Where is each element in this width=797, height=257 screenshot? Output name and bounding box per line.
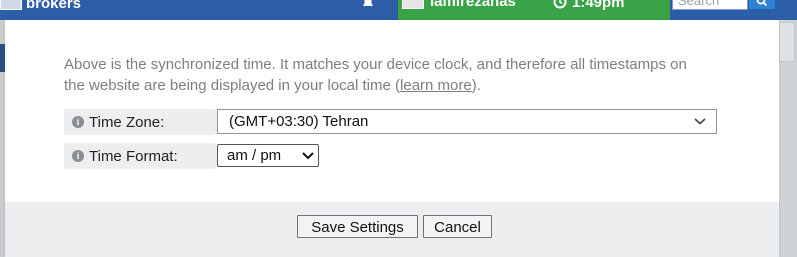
search-icon — [756, 0, 768, 7]
clock-icon — [553, 0, 567, 9]
page-background-panel — [779, 22, 795, 62]
time-zone-label: i Time Zone: — [64, 109, 226, 135]
learn-more-link[interactable]: learn more — [400, 77, 472, 94]
time-settings-dialog: Above is the synchronized time. It match… — [5, 20, 779, 257]
user-menu[interactable]: lamirezanas — [402, 0, 516, 10]
bell-icon[interactable] — [359, 0, 377, 10]
search-button[interactable] — [748, 0, 776, 10]
clock-time: 1:49pm — [572, 0, 625, 11]
chevron-down-icon — [694, 118, 706, 125]
brokers-icon — [0, 0, 22, 10]
username: lamirezanas — [430, 0, 516, 10]
time-zone-select[interactable]: (GMT+03:30) Tehran — [217, 109, 717, 134]
avatar — [402, 0, 424, 9]
chevron-down-icon — [302, 152, 314, 160]
time-format-select[interactable]: am / pm — [217, 144, 319, 167]
search-input[interactable]: Search — [672, 0, 748, 10]
info-icon[interactable]: i — [72, 150, 84, 162]
brand-link[interactable]: brokers — [0, 0, 81, 12]
clock-tab[interactable]: 1:49pm — [553, 0, 625, 11]
save-settings-button[interactable]: Save Settings — [297, 215, 418, 238]
info-icon[interactable]: i — [72, 116, 84, 128]
cancel-button[interactable]: Cancel — [423, 215, 492, 238]
time-format-label: i Time Format: — [64, 143, 226, 169]
brand-label: brokers — [26, 0, 82, 12]
sync-description: Above is the synchronized time. It match… — [64, 56, 687, 94]
